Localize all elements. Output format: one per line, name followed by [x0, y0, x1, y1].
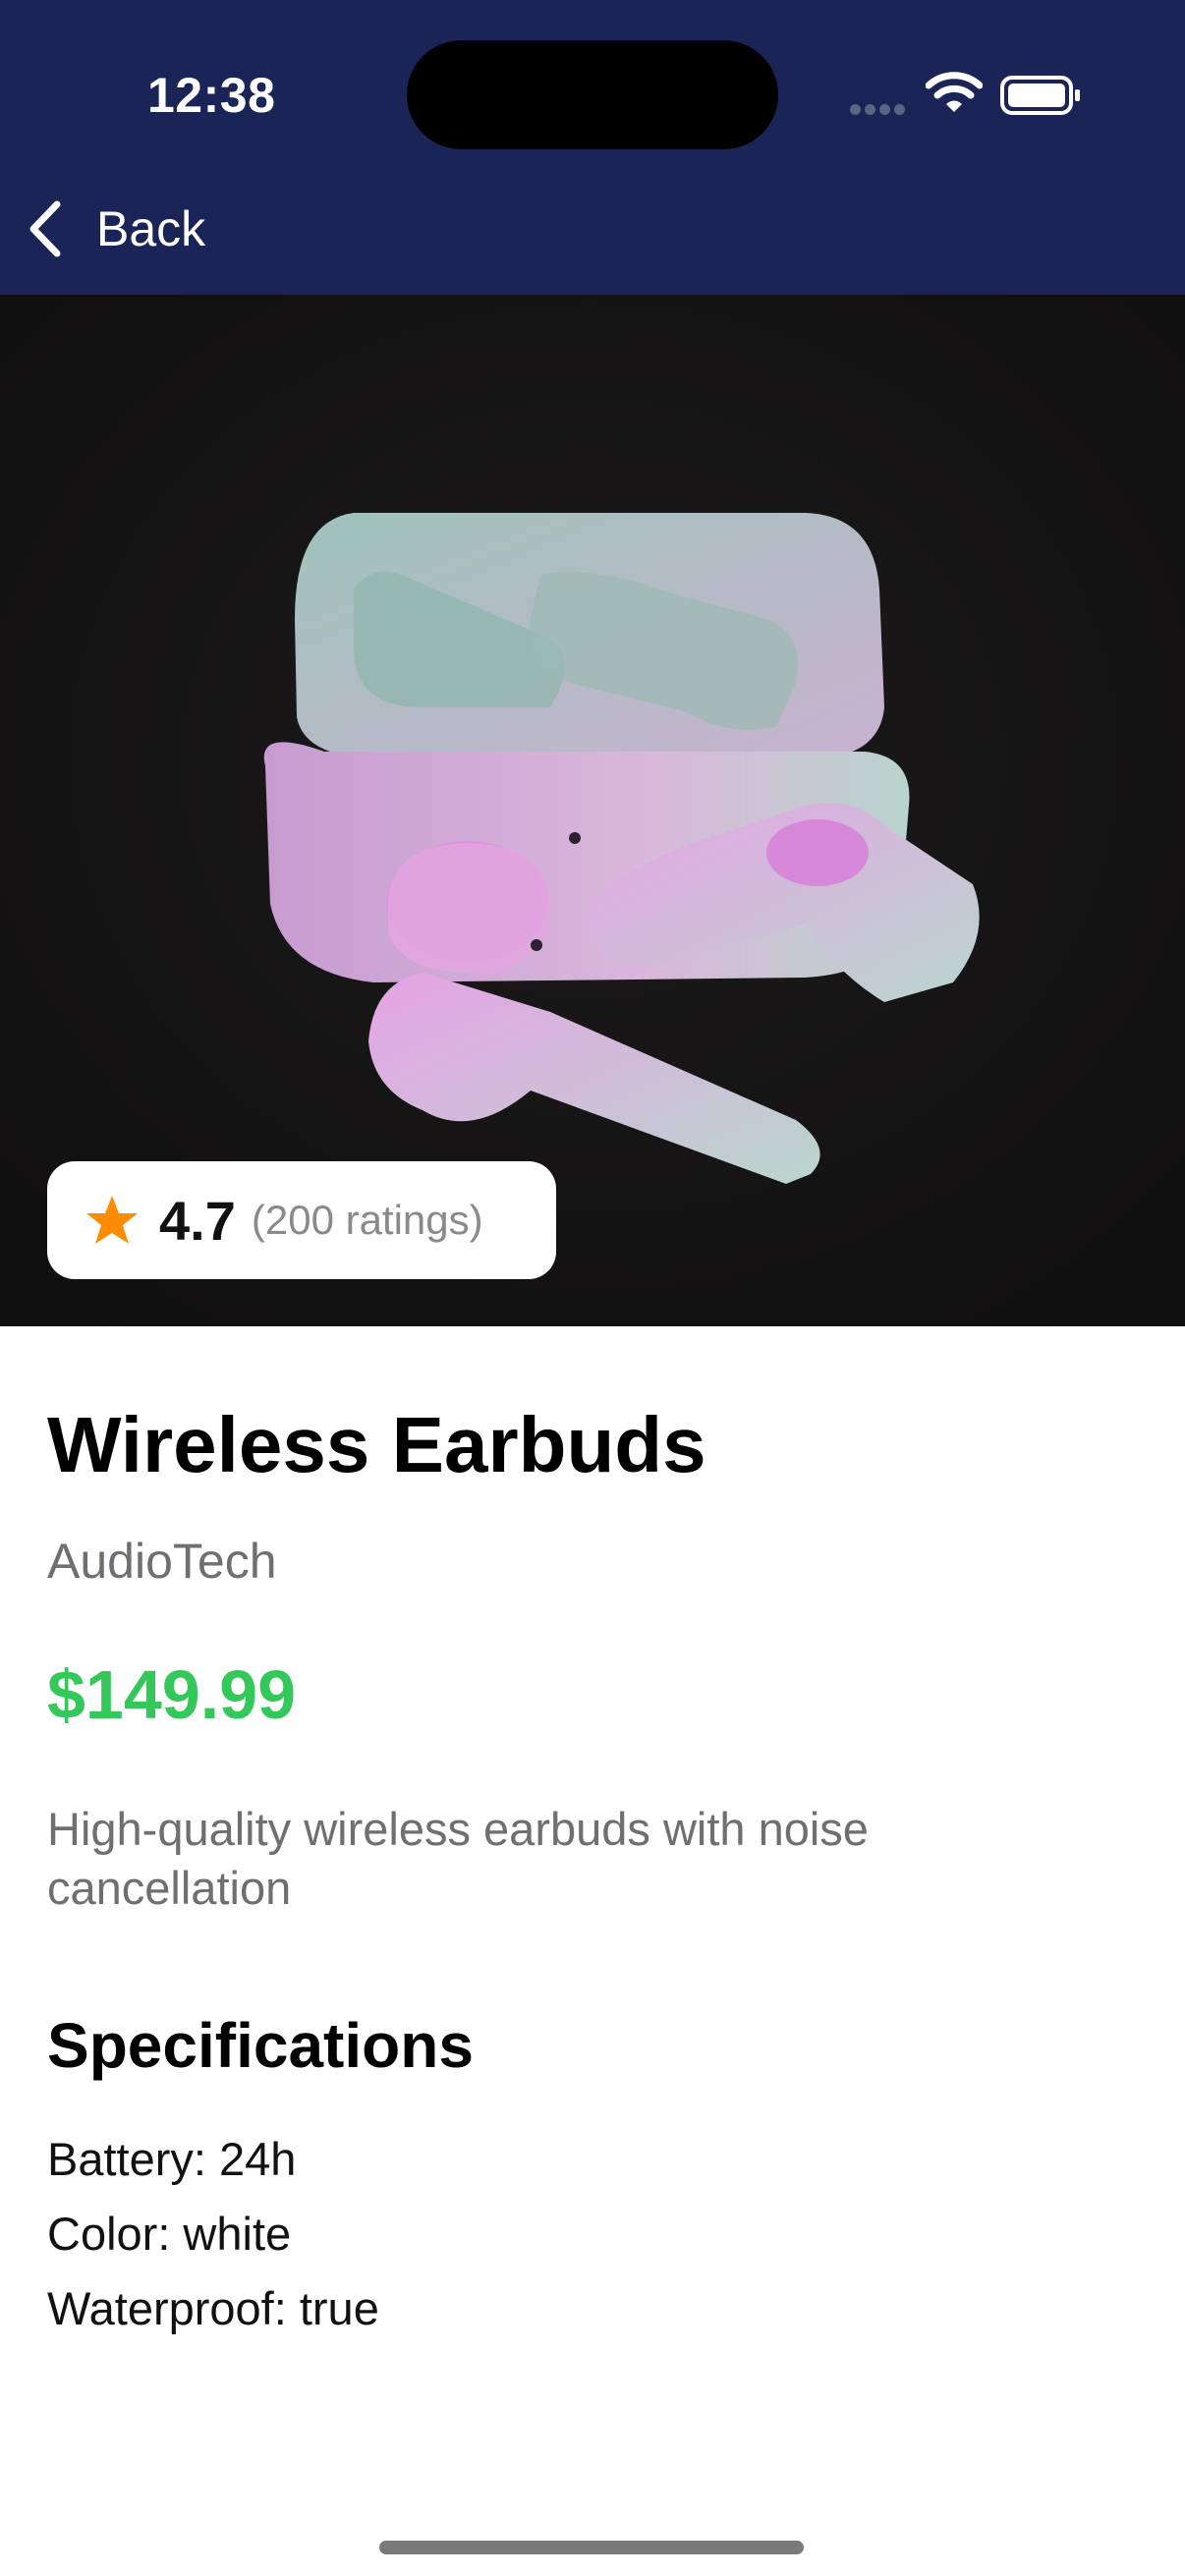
- rating-value: 4.7: [159, 1189, 236, 1252]
- star-icon: [86, 1196, 138, 1244]
- cellular-signal-icon: [850, 102, 909, 120]
- specifications-list: Battery: 24h Color: white Waterproof: tr…: [47, 2130, 379, 2354]
- rating-badge: 4.7 (200 ratings): [47, 1161, 556, 1279]
- specifications-heading: Specifications: [47, 2010, 474, 2081]
- home-indicator[interactable]: [379, 2541, 804, 2554]
- back-button[interactable]: Back: [26, 199, 205, 258]
- spec-battery: Battery: 24h: [47, 2133, 297, 2185]
- chevron-left-icon: [29, 200, 61, 257]
- battery-icon: [1000, 75, 1083, 123]
- product-title: Wireless Earbuds: [47, 1401, 706, 1488]
- product-description: High-quality wireless earbuds with noise…: [47, 1803, 869, 1914]
- navigation-header: 12:38 Back: [0, 0, 1185, 295]
- product-brand: AudioTech: [47, 1534, 277, 1589]
- spec-waterproof: Waterproof: true: [47, 2282, 379, 2334]
- product-price: $149.99: [47, 1656, 297, 1733]
- rating-count: (200 ratings): [251, 1197, 483, 1243]
- status-time: 12:38: [147, 68, 276, 123]
- wifi-icon: [925, 71, 984, 119]
- back-label: Back: [96, 201, 206, 256]
- spec-color: Color: white: [47, 2208, 292, 2260]
- dynamic-island: [407, 40, 778, 149]
